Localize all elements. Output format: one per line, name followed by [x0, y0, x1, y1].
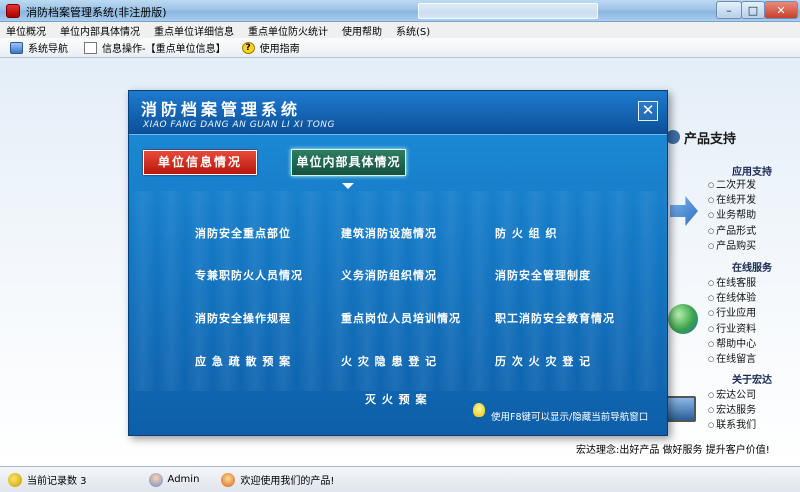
section-app-support: 应用支持	[732, 167, 772, 178]
link-operating-procedures[interactable]: 消防安全操作规程	[195, 310, 291, 326]
link-fire-organization[interactable]: 防 火 组 织	[495, 225, 558, 241]
status-welcome: 欢迎使用我们的产品!	[221, 472, 334, 487]
menu-key-unit-statistics[interactable]: 重点单位防火统计	[248, 23, 328, 38]
link-industry-application[interactable]: 行业应用	[708, 306, 756, 321]
close-window-button[interactable]: ✕	[764, 1, 798, 19]
title-bar: 消防档案管理系统(非注册版) – □ ✕	[0, 0, 800, 22]
info-operation-label: 信息操作-【重点单位信息】	[102, 44, 226, 55]
system-nav-label: 系统导航	[28, 44, 68, 55]
link-online-support[interactable]: 在线客服	[708, 276, 756, 291]
document-icon	[84, 41, 97, 54]
system-nav-button[interactable]: 系统导航	[10, 40, 68, 55]
link-staff-safety-education[interactable]: 职工消防安全教育情况	[495, 310, 615, 326]
link-company-service[interactable]: 宏达服务	[708, 403, 756, 418]
link-help-center[interactable]: 帮助中心	[708, 337, 756, 352]
dialog-header: 消防档案管理系统 XIAO FANG DANG AN GUAN LI XI TO…	[129, 91, 667, 135]
online-service-list: 在线客服 在线体验 行业应用 行业资料 帮助中心 在线留言	[708, 276, 756, 367]
status-welcome-text: 欢迎使用我们的产品!	[240, 476, 335, 487]
section-online-service: 在线服务	[732, 263, 772, 274]
toolbar: 系统导航 信息操作-【重点单位信息】 ? 使用指南	[0, 38, 800, 58]
app-support-list: 二次开发 在线开发 业务帮助 产品形式 产品购买	[708, 178, 756, 254]
product-support-title: 产品支持	[684, 132, 737, 147]
info-operation-button[interactable]: 信息操作-【重点单位信息】	[84, 40, 226, 55]
title-bar-search-box	[418, 3, 598, 19]
user-icon	[148, 472, 163, 487]
dialog-tip: 使用F8键可以显示/隐藏当前导航窗口	[491, 412, 649, 423]
link-online-development[interactable]: 在线开发	[708, 193, 756, 208]
link-online-message[interactable]: 在线留言	[708, 352, 756, 367]
user-guide-label: 使用指南	[259, 44, 300, 55]
link-fire-staff[interactable]: 专兼职防火人员情况	[195, 267, 303, 283]
link-secondary-development[interactable]: 二次开发	[708, 178, 756, 193]
tab-unit-info[interactable]: 单位信息情况	[143, 150, 257, 175]
company-slogan: 宏达理念:出好产品 做好服务 提升客户价值!	[576, 445, 770, 456]
link-volunteer-fire-org[interactable]: 义务消防组织情况	[341, 267, 437, 283]
link-firefighting-plan[interactable]: 灭 火 预 案	[365, 391, 428, 407]
link-key-fire-areas[interactable]: 消防安全重点部位	[195, 225, 291, 241]
maximize-button[interactable]: □	[741, 1, 765, 19]
menu-unit-overview[interactable]: 单位概况	[6, 23, 46, 38]
status-records-text: 当前记录数 3	[27, 476, 87, 487]
link-safety-management-rules[interactable]: 消防安全管理制度	[495, 267, 591, 283]
app-icon	[6, 4, 20, 18]
menu-system[interactable]: 系统(S)	[396, 23, 430, 38]
link-company[interactable]: 宏达公司	[708, 388, 756, 403]
menu-bar: 单位概况 单位内部具体情况 重点单位详细信息 重点单位防火统计 使用帮助 系统(…	[0, 22, 800, 38]
section-about: 关于宏达	[732, 375, 772, 386]
help-icon: ?	[241, 41, 255, 54]
link-evacuation-plan[interactable]: 应 急 疏 散 预 案	[195, 353, 291, 369]
menu-key-unit-details[interactable]: 重点单位详细信息	[154, 23, 234, 38]
status-records: 当前记录数 3	[8, 472, 87, 487]
refresh-globe-icon	[668, 304, 698, 334]
welcome-icon	[221, 472, 236, 487]
dialog-close-button[interactable]: ✕	[638, 101, 658, 121]
about-list: 宏达公司 宏达服务 联系我们	[708, 388, 756, 434]
globe-icon	[666, 130, 680, 144]
navigation-dialog: 消防档案管理系统 XIAO FANG DANG AN GUAN LI XI TO…	[128, 90, 668, 436]
link-hazard-register[interactable]: 火 灾 隐 患 登 记	[341, 353, 437, 369]
link-building-fire-facilities[interactable]: 建筑消防设施情况	[341, 225, 437, 241]
minimize-button[interactable]: –	[716, 1, 742, 19]
active-tab-caret-icon	[342, 183, 354, 189]
tab-unit-internal[interactable]: 单位内部具体情况	[291, 149, 406, 176]
status-user: Admin	[148, 472, 200, 487]
record-icon	[8, 472, 22, 487]
link-product-form[interactable]: 产品形式	[708, 224, 756, 239]
link-contact-us[interactable]: 联系我们	[708, 418, 756, 433]
menu-help[interactable]: 使用帮助	[342, 23, 382, 38]
link-industry-materials[interactable]: 行业资料	[708, 322, 756, 337]
user-guide-button[interactable]: ? 使用指南	[241, 40, 300, 55]
monitor-icon	[664, 396, 696, 422]
link-key-staff-training[interactable]: 重点岗位人员培训情况	[341, 310, 461, 326]
dialog-subtitle: XIAO FANG DANG AN GUAN LI XI TONG	[143, 120, 336, 130]
dialog-title: 消防档案管理系统	[141, 100, 302, 119]
status-bar: 当前记录数 3 Admin 欢迎使用我们的产品!	[0, 466, 800, 492]
link-business-help[interactable]: 业务帮助	[708, 208, 756, 223]
link-product-purchase[interactable]: 产品购买	[708, 239, 756, 254]
lightbulb-icon	[473, 403, 485, 417]
status-user-text: Admin	[167, 474, 200, 485]
menu-unit-internal[interactable]: 单位内部具体情况	[60, 23, 140, 38]
window-title: 消防档案管理系统(非注册版)	[26, 6, 167, 19]
link-fire-history[interactable]: 历 次 火 灾 登 记	[495, 353, 591, 369]
navigation-icon	[10, 41, 23, 54]
link-online-trial[interactable]: 在线体验	[708, 291, 756, 306]
